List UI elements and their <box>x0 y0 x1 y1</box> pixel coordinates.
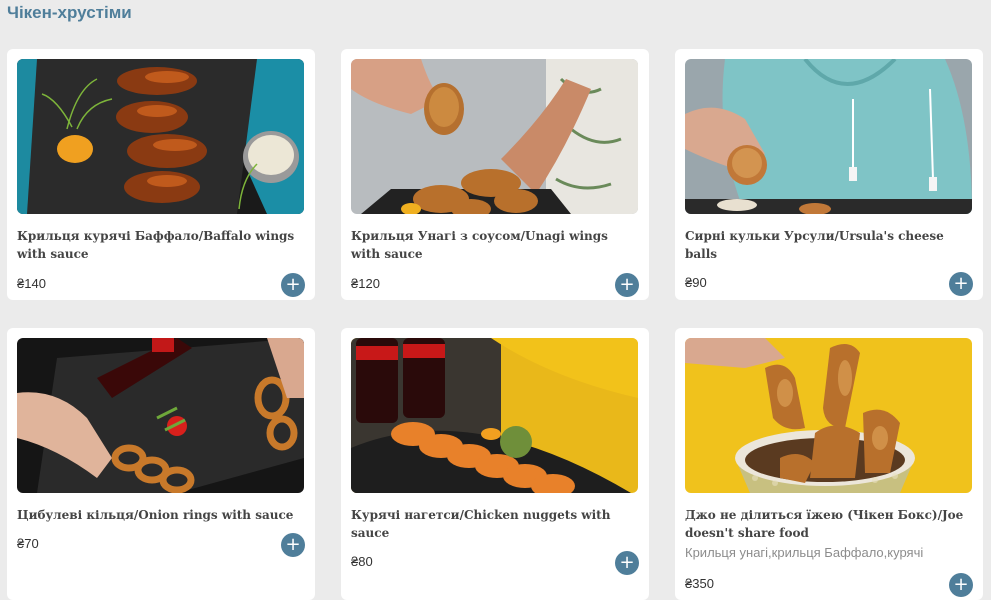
product-image-onion-rings[interactable] <box>17 338 304 493</box>
product-image-unagi-wings[interactable] <box>351 59 638 214</box>
product-description: Крильця унагі,крильця Баффало,курячі <box>685 545 924 560</box>
product-card-onion-rings[interactable]: Цибулеві кільця/Onion rings with sauce ₴… <box>7 328 315 600</box>
product-image-chicken-box[interactable] <box>685 338 972 493</box>
product-image-cheese-balls[interactable] <box>685 59 972 214</box>
product-price: ₴350 <box>685 576 714 591</box>
product-name: Крильця Унагі з соусом/Unagi wings with … <box>351 229 608 261</box>
add-to-cart-button[interactable]: + <box>949 272 973 296</box>
product-image-buffalo-wings[interactable] <box>17 59 304 214</box>
product-price: ₴140 <box>17 276 46 291</box>
product-card-chicken-box[interactable]: Джо не ділиться їжею (Чікен Бокс)/Joe do… <box>675 328 983 600</box>
product-card-buffalo-wings[interactable]: Крильця курячі Баффало/Baffalo wings wit… <box>7 49 315 300</box>
add-to-cart-button[interactable]: + <box>949 573 973 597</box>
product-name: Сирні кульки Урсули/Ursula's cheese ball… <box>685 229 944 261</box>
product-card-cheese-balls[interactable]: Сирні кульки Урсули/Ursula's cheese ball… <box>675 49 983 300</box>
product-name: Курячі нагетси/Chicken nuggets with sauc… <box>351 508 611 540</box>
add-to-cart-button[interactable]: + <box>615 273 639 297</box>
add-to-cart-button[interactable]: + <box>281 533 305 557</box>
add-to-cart-button[interactable]: + <box>281 273 305 297</box>
product-image-chicken-nuggets[interactable] <box>351 338 638 493</box>
product-name: Джо не ділиться їжею (Чікен Бокс)/Joe do… <box>685 508 964 540</box>
product-price: ₴90 <box>685 275 707 290</box>
product-price: ₴120 <box>351 276 380 291</box>
product-price: ₴80 <box>351 554 373 569</box>
product-name: Крильця курячі Баффало/Baffalo wings wit… <box>17 229 295 261</box>
product-name: Цибулеві кільця/Onion rings with sauce <box>17 508 294 522</box>
section-title: Чікен-хрустіми <box>7 3 132 22</box>
product-card-unagi-wings[interactable]: Крильця Унагі з соусом/Unagi wings with … <box>341 49 649 300</box>
product-card-chicken-nuggets[interactable]: Курячі нагетси/Chicken nuggets with sauc… <box>341 328 649 600</box>
product-price: ₴70 <box>17 536 39 551</box>
add-to-cart-button[interactable]: + <box>615 551 639 575</box>
